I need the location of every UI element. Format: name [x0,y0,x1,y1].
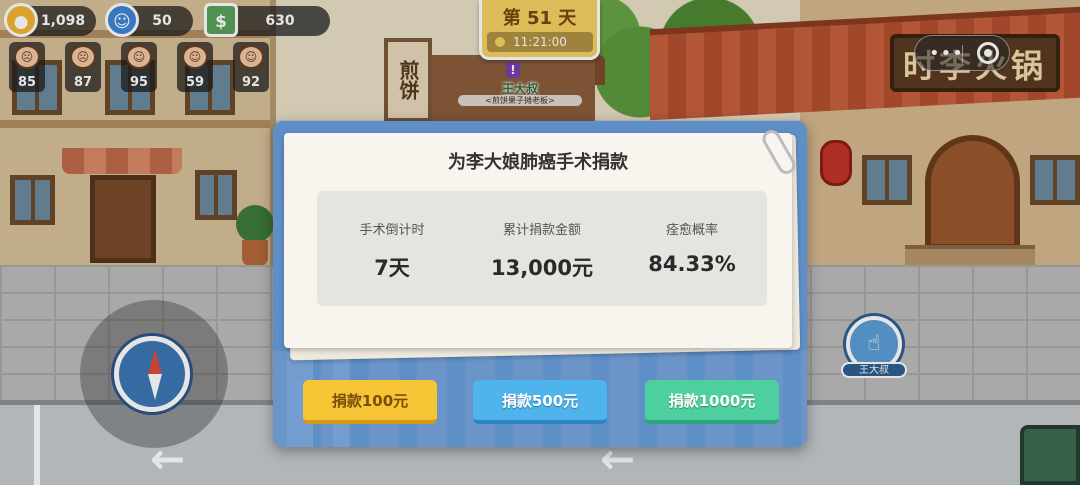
recovery-rate-label: 痊愈概率 [665,223,718,238]
recovery-rate-value: 84.33% [648,252,736,276]
total-donation-value: 13,000元 [490,256,594,280]
donation-info-box: 手术倒计时 7天 累计捐款金额 13,000元 痊愈概率 84.33% [317,191,767,306]
donation-paper: 为李大娘肺癌手术捐款 手术倒计时 7天 累计捐款金额 13,000元 痊愈概率 … [284,133,792,348]
recovery-rate-info: 痊愈概率 84.33% [617,219,767,276]
countdown-label: 手术倒计时 [359,223,425,238]
total-donation-label: 累计捐款金额 [502,223,581,238]
donate-100-button[interactable]: 捐款100元 [303,380,437,424]
modal-title: 为李大娘肺癌手术捐款 [448,152,628,173]
donate-500-button[interactable]: 捐款500元 [473,380,607,424]
donate-1000-button[interactable]: 捐款1000元 [645,380,779,424]
countdown-value: 7天 [374,256,410,280]
countdown-info: 手术倒计时 7天 [317,219,467,282]
total-donation-info: 累计捐款金额 13,000元 [467,219,617,282]
